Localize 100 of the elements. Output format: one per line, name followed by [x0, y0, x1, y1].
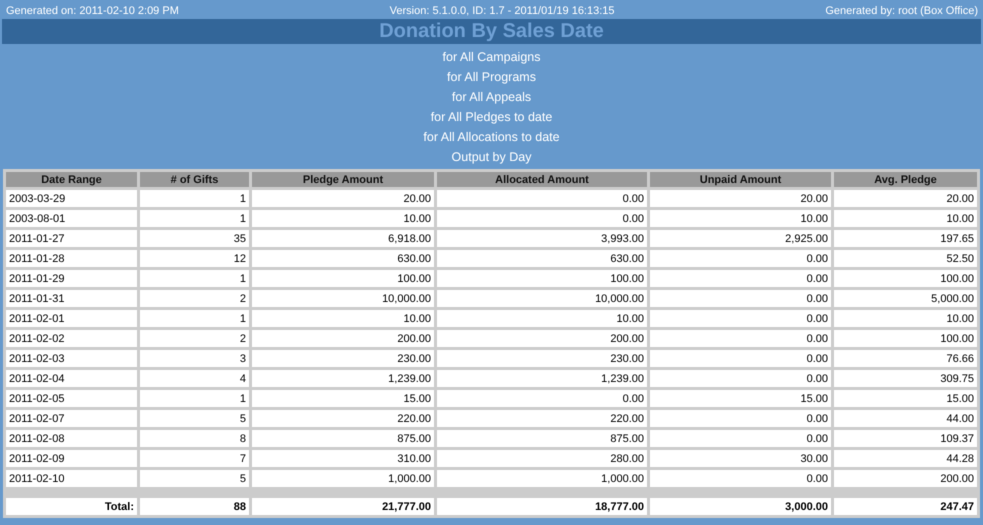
table-cell: 2011-02-05: [6, 390, 137, 407]
table-cell: 20.00: [650, 190, 831, 207]
generated-date: Generated on: 2011-02-10 2:09 PM: [6, 5, 179, 19]
table-cell: 2,925.00: [650, 230, 831, 247]
table-cell: 875.00: [437, 430, 647, 447]
filter-line: for All Programs: [447, 69, 536, 86]
table-cell: 2: [140, 290, 249, 307]
table-cell: 2: [140, 330, 249, 347]
table-cell: 1,000.00: [252, 470, 434, 487]
table-cell: 2011-02-08: [6, 430, 137, 447]
table-cell: 8: [140, 430, 249, 447]
table-cell: 30.00: [650, 450, 831, 467]
table-cell: 220.00: [437, 410, 647, 427]
table-cell: 230.00: [437, 350, 647, 367]
table-cell: 52.50: [834, 250, 977, 267]
total-cell: 18,777.00: [437, 498, 647, 515]
table-cell: 0.00: [650, 270, 831, 287]
total-cell: 3,000.00: [650, 498, 831, 515]
table-cell: 0.00: [650, 350, 831, 367]
table-cell: 5: [140, 410, 249, 427]
table-cell: 10.00: [834, 210, 977, 227]
table-cell: 1,239.00: [252, 370, 434, 387]
table-cell: 5,000.00: [834, 290, 977, 307]
table-cell: 2011-01-27: [6, 230, 137, 247]
table-cell: 280.00: [437, 450, 647, 467]
table-cell: 3: [140, 350, 249, 367]
table-cell: 0.00: [650, 310, 831, 327]
table-cell: 6,918.00: [252, 230, 434, 247]
column-header: Date Range: [6, 172, 137, 187]
table-cell: 1: [140, 210, 249, 227]
version-info: Version: 5.1.0.0, ID: 1.7 - 2011/01/19 16:13:15: [390, 5, 615, 19]
table-cell: 100.00: [437, 270, 647, 287]
total-cell: 88: [140, 498, 249, 515]
table-cell: 0.00: [650, 470, 831, 487]
filter-line: Output by Day: [452, 149, 532, 166]
table-cell: 15.00: [834, 390, 977, 407]
table-cell: 2003-03-29: [6, 190, 137, 207]
table-cell: 1: [140, 190, 249, 207]
table-cell: 44.28: [834, 450, 977, 467]
table-cell: 20.00: [834, 190, 977, 207]
table-cell: 2003-08-01: [6, 210, 137, 227]
table-cell: 0.00: [650, 410, 831, 427]
table-cell: 100.00: [834, 330, 977, 347]
table-cell: 1: [140, 310, 249, 327]
table-cell: 10.00: [252, 310, 434, 327]
table-cell: 10.00: [437, 310, 647, 327]
table-cell: 4: [140, 370, 249, 387]
table-cell: 1,239.00: [437, 370, 647, 387]
table-cell: 7: [140, 450, 249, 467]
table-cell: 309.75: [834, 370, 977, 387]
table-cell: 197.65: [834, 230, 977, 247]
table-cell: 2011-01-28: [6, 250, 137, 267]
table-cell: 76.66: [834, 350, 977, 367]
table-cell: 10,000.00: [437, 290, 647, 307]
table-cell: 20.00: [252, 190, 434, 207]
table-cell: 0.00: [437, 390, 647, 407]
table-cell: 44.00: [834, 410, 977, 427]
filter-line: for All Pledges to date: [430, 109, 552, 126]
table-cell: 2011-02-04: [6, 370, 137, 387]
table-cell: 2011-02-09: [6, 450, 137, 467]
table-cell: 0.00: [650, 250, 831, 267]
table-cell: 1: [140, 270, 249, 287]
table-cell: 0.00: [650, 330, 831, 347]
table-cell: 1,000.00: [437, 470, 647, 487]
table-cell: 2011-01-29: [6, 270, 137, 287]
total-cell: 247.47: [834, 498, 977, 515]
column-header: Pledge Amount: [252, 172, 434, 187]
table-cell: 12: [140, 250, 249, 267]
table-cell: 220.00: [252, 410, 434, 427]
table-cell: 15.00: [650, 390, 831, 407]
table-cell: 0.00: [437, 190, 647, 207]
table-cell: 310.00: [252, 450, 434, 467]
table-cell: 2011-02-01: [6, 310, 137, 327]
table-cell: 200.00: [834, 470, 977, 487]
table-cell: 1: [140, 390, 249, 407]
report-title: Donation By Sales Date: [2, 19, 981, 44]
table-cell: 630.00: [252, 250, 434, 267]
filter-line: for All Allocations to date: [423, 129, 560, 146]
table-cell: 0.00: [650, 290, 831, 307]
total-cell: Total:: [6, 498, 137, 515]
filter-line: for All Campaigns: [442, 49, 540, 66]
table-cell: 15.00: [252, 390, 434, 407]
table-cell: 2011-02-03: [6, 350, 137, 367]
table-cell: 35: [140, 230, 249, 247]
table-cell: 10.00: [252, 210, 434, 227]
table-cell: 10,000.00: [252, 290, 434, 307]
table-cell: 0.00: [650, 370, 831, 387]
table-cell: 10.00: [834, 310, 977, 327]
table-cell: 3,993.00: [437, 230, 647, 247]
table-cell: 2011-01-31: [6, 290, 137, 307]
table-cell: 10.00: [650, 210, 831, 227]
table-cell: 200.00: [437, 330, 647, 347]
table-cell: 630.00: [437, 250, 647, 267]
generated-by: Generated by: root (Box Office): [825, 5, 978, 19]
table-cell: 100.00: [834, 270, 977, 287]
column-header: # of Gifts: [140, 172, 249, 187]
table-cell: 875.00: [252, 430, 434, 447]
table-cell: 109.37: [834, 430, 977, 447]
table-cell: 0.00: [437, 210, 647, 227]
table-cell: 5: [140, 470, 249, 487]
